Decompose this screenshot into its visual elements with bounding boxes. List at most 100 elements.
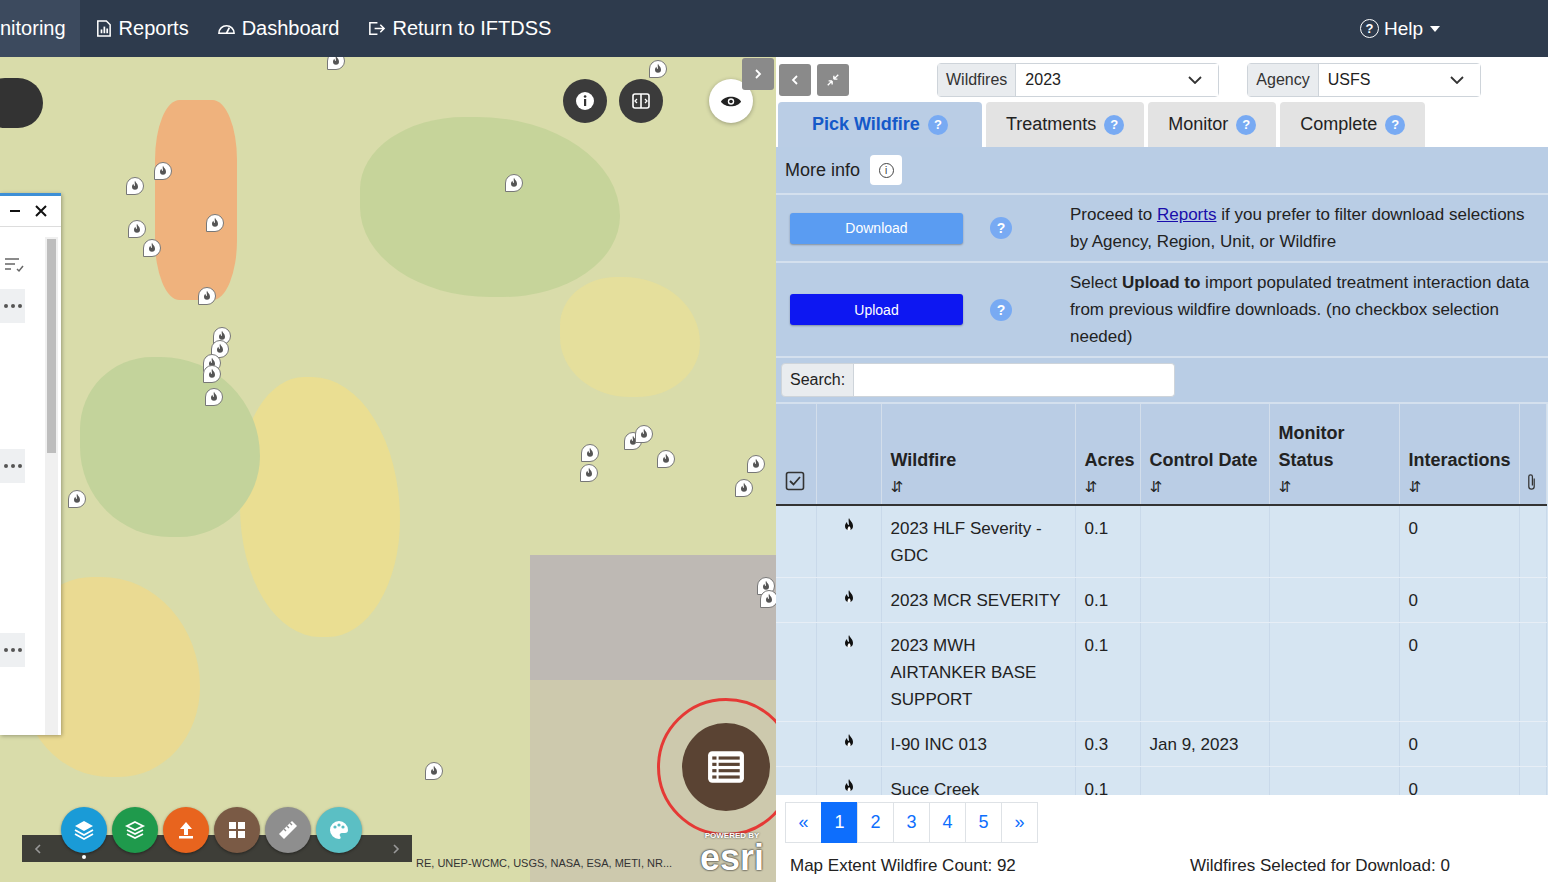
filter-icon[interactable]: [4, 257, 24, 273]
info-button[interactable]: [563, 79, 607, 123]
wildfire-pin-icon[interactable]: [760, 590, 776, 608]
table-row[interactable]: I-90 INC 0130.3Jan 9, 20230: [776, 722, 1546, 767]
help-icon[interactable]: ?: [1236, 115, 1256, 135]
wildfire-pin-icon[interactable]: [154, 162, 172, 180]
map-wildfire-count: Map Extent Wildfire Count: 92: [790, 856, 1190, 876]
help-icon[interactable]: ?: [990, 299, 1012, 321]
tab[interactable]: Complete?: [1280, 102, 1425, 147]
sort-icon[interactable]: ⇵: [891, 478, 1066, 496]
column-header[interactable]: Acres⇵: [1075, 404, 1140, 505]
wildfire-pin-icon[interactable]: [747, 455, 765, 473]
chevron-right-icon[interactable]: [390, 843, 402, 855]
search-pill[interactable]: [0, 78, 43, 128]
collapse-button[interactable]: [779, 64, 811, 96]
more-icon[interactable]: [3, 647, 23, 653]
page-button[interactable]: 2: [857, 802, 894, 843]
shrink-button[interactable]: [817, 64, 849, 96]
tab[interactable]: Treatments?: [986, 102, 1144, 147]
filter-select[interactable]: 2023: [1016, 64, 1218, 96]
reports-link[interactable]: Reports: [1157, 205, 1217, 224]
tab[interactable]: Pick Wildfire?: [778, 102, 982, 147]
page-prev[interactable]: «: [785, 802, 822, 843]
action-button[interactable]: Upload: [790, 294, 963, 325]
tool-button[interactable]: [61, 807, 107, 853]
layer-item[interactable]: [0, 633, 25, 667]
table-toggle-button[interactable]: [682, 723, 770, 811]
help-icon[interactable]: ?: [1104, 115, 1124, 135]
nav-item[interactable]: Return to IFTDSS: [353, 0, 565, 57]
wildfire-pin-icon[interactable]: [128, 220, 146, 238]
swipe-button[interactable]: [619, 79, 663, 123]
wildfire-pin-icon[interactable]: [203, 365, 221, 383]
tool-button[interactable]: [163, 807, 209, 853]
page-next[interactable]: »: [1001, 802, 1038, 843]
chevron-left-icon[interactable]: [32, 843, 44, 855]
table-row[interactable]: 2023 MCR SEVERITY0.10: [776, 578, 1546, 623]
sort-icon[interactable]: ⇵: [1279, 478, 1390, 496]
wildfire-pin-icon[interactable]: [425, 762, 443, 780]
help-icon[interactable]: ?: [1385, 115, 1405, 135]
table-row[interactable]: Suce Creek0.10: [776, 767, 1546, 796]
wildfire-pin-icon[interactable]: [580, 464, 598, 482]
filter[interactable]: Wildfires2023: [937, 63, 1219, 97]
map-area: [240, 377, 400, 637]
sort-icon[interactable]: ⇵: [1085, 478, 1131, 496]
more-icon[interactable]: [3, 303, 23, 309]
tool-button[interactable]: [265, 807, 311, 853]
layer-item[interactable]: [0, 289, 25, 323]
interactions-cell: 0: [1399, 623, 1519, 722]
help-icon[interactable]: ?: [990, 217, 1012, 239]
wildfire-pin-icon[interactable]: [635, 425, 653, 443]
tool-button[interactable]: [214, 807, 260, 853]
wildfire-pin-icon[interactable]: [505, 174, 523, 192]
wildfire-pin-icon[interactable]: [143, 239, 161, 257]
filter[interactable]: AgencyUSFS: [1247, 63, 1480, 97]
page-button[interactable]: 1: [821, 802, 858, 843]
filter-select[interactable]: USFS: [1319, 64, 1480, 96]
column-header[interactable]: Monitor Status⇵: [1269, 404, 1399, 505]
help-menu[interactable]: ?Help: [1360, 18, 1548, 40]
nav-item[interactable]: Reports: [80, 0, 203, 57]
expand-button[interactable]: [742, 58, 774, 90]
map[interactable]: RE, UNEP-WCMC, USGS, NASA, ESA, METI, NR…: [0, 57, 776, 882]
wildfire-pin-icon[interactable]: [735, 479, 753, 497]
wildfire-pin-icon[interactable]: [206, 214, 224, 232]
sort-icon[interactable]: ⇵: [1409, 478, 1510, 496]
wildfire-pin-icon[interactable]: [68, 490, 86, 508]
nav-item[interactable]: Dashboard: [203, 0, 354, 57]
column-header[interactable]: Interactions⇵: [1399, 404, 1519, 505]
wildfire-pin-icon[interactable]: [649, 60, 667, 78]
layer-item[interactable]: [0, 449, 25, 483]
column-header[interactable]: Control Date⇵: [1140, 404, 1269, 505]
help-icon[interactable]: ?: [928, 115, 948, 135]
select-all-icon[interactable]: [785, 471, 805, 491]
wildfire-pin-icon[interactable]: [126, 177, 144, 195]
column-header[interactable]: Wildfire⇵: [881, 404, 1075, 505]
table-row[interactable]: 2023 MWH AIRTANKER BASE SUPPORT0.10: [776, 623, 1546, 722]
wildfire-pin-icon[interactable]: [198, 287, 216, 305]
tool-button[interactable]: [112, 807, 158, 853]
icon-cell: [816, 722, 881, 767]
wildfire-pin-icon[interactable]: [327, 57, 345, 70]
search-input[interactable]: [854, 363, 1175, 397]
wildfire-pin-icon[interactable]: [581, 444, 599, 462]
tab[interactable]: Monitor?: [1148, 102, 1276, 147]
table-row[interactable]: 2023 HLF Severity - GDC0.10: [776, 505, 1546, 578]
help-label: Help: [1384, 18, 1423, 40]
more-icon[interactable]: [3, 463, 23, 469]
nav-item[interactable]: nitoring: [0, 0, 80, 57]
minimize-icon[interactable]: [8, 204, 22, 218]
action-button[interactable]: Download: [790, 213, 963, 244]
tool-cell: [214, 807, 260, 859]
wildfire-pin-icon[interactable]: [205, 388, 223, 406]
wildfire-pin-icon[interactable]: [657, 450, 675, 468]
tool-button[interactable]: [316, 807, 362, 853]
page-button[interactable]: 4: [929, 802, 966, 843]
scrollbar-thumb[interactable]: [47, 239, 56, 453]
sort-icon[interactable]: ⇵: [1150, 478, 1260, 496]
scrollbar[interactable]: [45, 237, 58, 735]
close-icon[interactable]: [34, 204, 48, 218]
page-button[interactable]: 5: [965, 802, 1002, 843]
more-info-button[interactable]: i: [870, 155, 902, 185]
page-button[interactable]: 3: [893, 802, 930, 843]
